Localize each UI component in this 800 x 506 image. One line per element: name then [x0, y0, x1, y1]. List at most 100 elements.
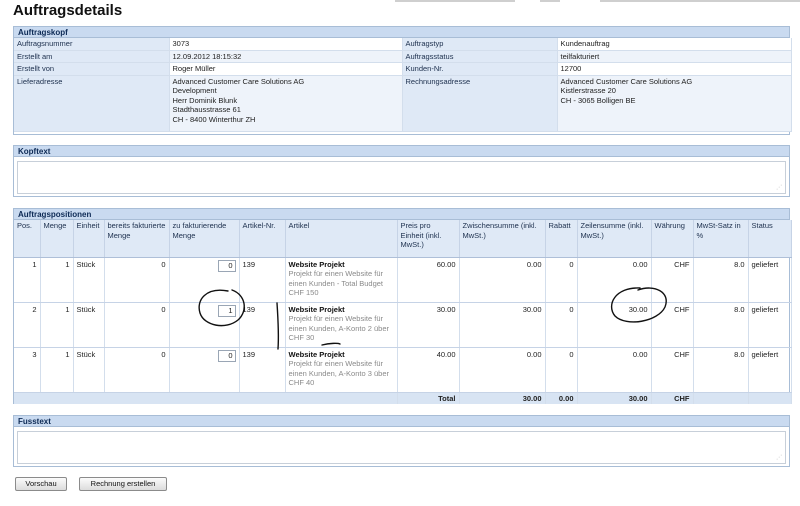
column-header: Einheit: [73, 220, 105, 258]
cell-zwischensumme: 0.00: [459, 257, 546, 303]
cell-artikel: Website Projekt Projekt für einen Website…: [285, 347, 398, 393]
cell-artikel-nr: 139: [239, 347, 286, 393]
cell-pos: 2: [14, 302, 41, 348]
rechnungsadresse-label: Rechnungsadresse: [402, 75, 558, 132]
rechnung-erstellen-button[interactable]: Rechnung erstellen: [79, 477, 167, 491]
cell-status: geliefert: [748, 257, 792, 303]
quantity-input[interactable]: 1: [217, 304, 236, 317]
resize-grip-icon[interactable]: ⋰: [776, 455, 782, 461]
cell-einheit: Stück: [73, 257, 105, 303]
column-header: Artikel-Nr.: [239, 220, 286, 258]
auftragskopf-heading: Auftragskopf: [14, 27, 789, 38]
column-header: Artikel: [285, 220, 398, 258]
cell-pos: 3: [14, 347, 41, 393]
column-header: Status: [748, 220, 792, 258]
cell-einheit: Stück: [73, 302, 105, 348]
total-empty: [748, 392, 792, 404]
cell-pos: 1: [14, 257, 41, 303]
auftragsnummer-value: 3073: [169, 38, 403, 51]
total-waehrung: CHF: [651, 392, 694, 404]
kopftext-heading: Kopftext: [14, 146, 789, 157]
cell-zeilensumme: 0.00: [577, 257, 652, 303]
table-row: 2 1 Stück 0 1 139 Website Projekt Projekt…: [14, 302, 792, 348]
kopf-row-address: Lieferadresse Advanced Customer Care Sol…: [14, 75, 792, 132]
rechnungsadresse-line: Advanced Customer Care Solutions AG: [560, 76, 693, 86]
lieferadresse-line: Herr Dominik Blunk: [172, 95, 238, 105]
total-rabatt: 0.00: [545, 392, 578, 404]
cell-mwst: 8.0: [693, 302, 749, 348]
auftragspositionen-heading: Auftragspositionen: [14, 209, 789, 220]
auftragstyp-value: Kundenauftrag: [557, 38, 792, 51]
column-header: bereits fakturierte Menge: [104, 220, 170, 258]
kopf-row: Auftragsnummer 3073 Auftragstyp Kundenau…: [14, 38, 792, 51]
total-zeilensumme: 30.00: [577, 392, 652, 404]
quantity-input[interactable]: 0: [217, 349, 236, 362]
cell-bereits-fakturiert: 0: [104, 257, 170, 303]
fusstext-heading: Fusstext: [14, 416, 789, 427]
column-header: zu fakturierende Menge: [169, 220, 240, 258]
cell-zu-fakturieren: 1: [169, 302, 240, 348]
fusstext-panel: Fusstext ⋰: [13, 415, 790, 467]
auftragsstatus-label: Auftragsstatus: [402, 50, 558, 63]
cell-waehrung: CHF: [651, 302, 694, 348]
rechnungsadresse-value: Advanced Customer Care Solutions AG Kist…: [557, 75, 792, 132]
column-header: Rabatt: [545, 220, 578, 258]
vorschau-button[interactable]: Vorschau: [15, 477, 67, 491]
auftragskopf-panel: Auftragskopf Auftragsnummer 3073 Auftrag…: [13, 26, 792, 135]
cell-bereits-fakturiert: 0: [104, 347, 170, 393]
total-empty: [693, 392, 749, 404]
table-row: 3 1 Stück 0 0 139 Website Projekt Projekt…: [14, 347, 792, 393]
cell-artikel: Website Projekt Projekt für einen Website…: [285, 302, 398, 348]
erstellt-am-label: Erstellt am: [14, 50, 170, 63]
column-header: MwSt-Satz in %: [693, 220, 749, 258]
kopf-row: Erstellt von Roger Müller Kunden-Nr. 127…: [14, 62, 792, 76]
kopf-row: Erstellt am 12.09.2012 18:15:32 Auftrags…: [14, 50, 792, 63]
cell-waehrung: CHF: [651, 347, 694, 393]
kopftext-textarea[interactable]: ⋰: [17, 161, 786, 194]
lieferadresse-line: CH - 8400 Winterthur ZH: [172, 114, 256, 124]
erstellt-von-label: Erstellt von: [14, 62, 170, 76]
cell-einheit: Stück: [73, 347, 105, 393]
auftragskopf-table: Auftragsnummer 3073 Auftragstyp Kundenau…: [14, 38, 792, 132]
total-spacer: [14, 392, 398, 404]
cell-zu-fakturieren: 0: [169, 347, 240, 393]
quantity-input[interactable]: 0: [217, 259, 236, 272]
column-header: Zeilensumme (inkl. MwSt.): [577, 220, 652, 258]
cell-artikel: Website Projekt Projekt für einen Website…: [285, 257, 398, 303]
cell-zu-fakturieren: 0: [169, 257, 240, 303]
cell-preis: 30.00: [397, 302, 460, 348]
cell-mwst: 8.0: [693, 347, 749, 393]
artikel-description: Projekt für einen Website für einen Kund…: [288, 314, 390, 342]
artikel-title: Website Projekt: [288, 259, 345, 269]
cell-rabatt: 0: [545, 347, 578, 393]
kopftext-panel: Kopftext ⋰: [13, 145, 790, 197]
cell-menge: 1: [40, 347, 74, 393]
artikel-description: Projekt für einen Website für einen Kund…: [288, 359, 390, 387]
cell-zwischensumme: 0.00: [459, 347, 546, 393]
auftragsstatus-value: teilfakturiert: [557, 50, 792, 63]
auftragspositionen-panel: Auftragspositionen Pos. Menge Einheit be…: [13, 208, 792, 404]
auftragstyp-label: Auftragstyp: [402, 38, 558, 51]
total-zwischensumme: 30.00: [459, 392, 546, 404]
cell-artikel-nr: 139: [239, 257, 286, 303]
cell-menge: 1: [40, 257, 74, 303]
cell-menge: 1: [40, 302, 74, 348]
column-header: Zwischensumme (inkl. MwSt.): [459, 220, 546, 258]
cell-rabatt: 0: [545, 257, 578, 303]
table-row: 1 1 Stück 0 0 139 Website Projekt Projekt…: [14, 257, 792, 303]
cell-status: geliefert: [748, 347, 792, 393]
erstellt-am-value: 12.09.2012 18:15:32: [169, 50, 403, 63]
lieferadresse-line: Advanced Customer Care Solutions AG: [172, 76, 305, 86]
erstellt-von-value: Roger Müller: [169, 62, 403, 76]
resize-grip-icon[interactable]: ⋰: [776, 185, 782, 191]
cell-status: geliefert: [748, 302, 792, 348]
cell-preis: 60.00: [397, 257, 460, 303]
column-header: Menge: [40, 220, 74, 258]
lieferadresse-value: Advanced Customer Care Solutions AG Deve…: [169, 75, 403, 132]
lieferadresse-line: Development: [172, 86, 217, 95]
rechnungsadresse-line: Kistlerstrasse 20: [560, 86, 616, 95]
total-row: Total 30.00 0.00 30.00 CHF: [14, 392, 792, 404]
fusstext-textarea[interactable]: ⋰: [17, 431, 786, 464]
column-header: Pos.: [14, 220, 41, 258]
cell-bereits-fakturiert: 0: [104, 302, 170, 348]
